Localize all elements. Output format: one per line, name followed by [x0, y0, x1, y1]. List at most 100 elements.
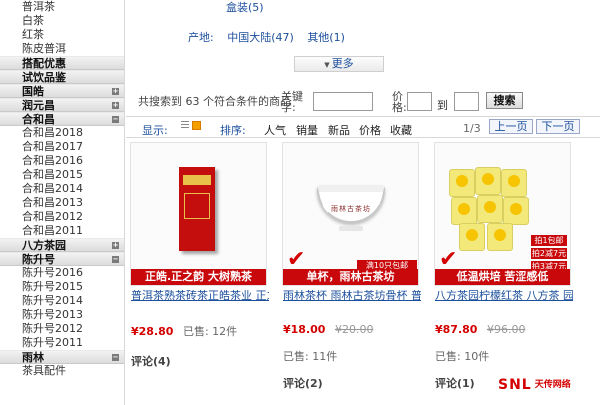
product-sold: 已售: 11件 [283, 350, 338, 363]
sidebar-item-chenshenghao-2015[interactable]: 陈升号2015 [0, 280, 124, 294]
sidebar-group-label: 八方茶园 [22, 239, 66, 252]
sidebar-link-black-tea[interactable]: 红茶 [0, 28, 124, 42]
main-content: 盒装(5) 产地: 中国大陆(47) 其他(1) ▼ 更多 共搜索到 63 个符合… [126, 0, 600, 405]
sidebar-group-bundle[interactable]: 搭配优惠 [0, 56, 124, 70]
product-comments[interactable]: 评论(4) [131, 353, 171, 369]
sidebar-item-chenshenghao-2014[interactable]: 陈升号2014 [0, 294, 124, 308]
sidebar-group-hehechang[interactable]: 合和昌 − [0, 112, 124, 126]
sort-label: 排序: [220, 124, 246, 137]
sidebar-item-hehechang-2012[interactable]: 合和昌2012 [0, 210, 124, 224]
list-view-icon[interactable] [181, 121, 189, 130]
sidebar-group-label: 润元昌 [22, 99, 55, 112]
product-card: 雨林古茶坊 满10只包邮 ✔ 单杯，雨林古茶坊 雨林茶杯 雨林古茶坊骨杯 普洱品… [278, 142, 421, 390]
sidebar-item-hehechang-2015[interactable]: 合和昌2015 [0, 168, 124, 182]
sort-sales[interactable]: 销量 [296, 122, 318, 138]
next-page-button[interactable]: 下一页 [536, 119, 580, 134]
expand-icon[interactable]: + [112, 242, 119, 249]
product-banner: 正皓.正之韵 大树熟茶 [131, 269, 266, 285]
sidebar-group-label: 雨林 [22, 351, 44, 364]
sidebar-group-tasting[interactable]: 试饮品鉴 [0, 70, 124, 84]
origin-filter-row: 产地: 中国大陆(47) 其他(1) [188, 29, 345, 45]
sort-popularity[interactable]: 人气 [264, 122, 286, 138]
product-image[interactable]: 雨林古茶坊 满10只包邮 ✔ 单杯，雨林古茶坊 [282, 142, 419, 286]
sidebar-group-yulin[interactable]: 雨林 − [0, 350, 124, 364]
more-label: 更多 [331, 57, 354, 70]
sidebar-group-label: 试饮品鉴 [22, 71, 66, 84]
search-button[interactable]: 搜索 [486, 92, 523, 109]
grid-view-icon[interactable] [192, 121, 201, 130]
price-max-input[interactable] [454, 92, 479, 111]
sidebar-item-hehechang-2011[interactable]: 合和昌2011 [0, 224, 124, 238]
product-image[interactable]: 正皓.正之韵 大树熟茶 [130, 142, 267, 286]
sidebar-item-hehechang-2016[interactable]: 合和昌2016 [0, 154, 124, 168]
product-sold: 已售: 10件 [435, 350, 490, 363]
sidebar-item-hehechang-2018[interactable]: 合和昌2018 [0, 126, 124, 140]
sidebar-item-chenshenghao-2011[interactable]: 陈升号2011 [0, 336, 124, 350]
product-banner: 单杯，雨林古茶坊 [283, 269, 418, 285]
filter-option-boxed[interactable]: 盒装(5) [226, 0, 264, 15]
price-min-input[interactable] [407, 92, 432, 111]
sidebar-group-bafang[interactable]: 八方茶园 + [0, 238, 124, 252]
product-old-price: ¥20.00 [334, 323, 374, 336]
collapse-icon[interactable]: − [112, 116, 119, 123]
product-old-price: ¥96.00 [486, 323, 526, 336]
site-watermark-logo: SNL 天传网络 [498, 377, 571, 393]
sidebar-item-hehechang-2013[interactable]: 合和昌2013 [0, 196, 124, 210]
more-filters-button[interactable]: ▼ 更多 [294, 56, 384, 72]
category-sidebar: 普洱茶 白茶 红茶 陈皮普洱 搭配优惠 试饮品鉴 国皓 + 润元昌 + 合和昌 − 合… [0, 0, 125, 405]
watermark-brand-text: 天传网络 [534, 380, 571, 390]
sidebar-item-chenshenghao-2013[interactable]: 陈升号2013 [0, 308, 124, 322]
sidebar-item-hehechang-2014[interactable]: 合和昌2014 [0, 182, 124, 196]
search-row: 共搜索到 63 个符合条件的商品 关键字: 价格: 到 搜索 [126, 88, 600, 114]
origin-label: 产地: [188, 31, 214, 44]
sort-price[interactable]: 价格 [359, 122, 381, 138]
keyword-label: 关键字: [281, 90, 303, 114]
product-price-row: ¥18.00 ¥20.00 [283, 323, 373, 336]
to-label: 到 [437, 99, 448, 112]
collapse-icon[interactable]: − [112, 256, 119, 263]
product-price-row: ¥28.80 已售: 12件 [131, 323, 237, 339]
sidebar-link-white-tea[interactable]: 白茶 [0, 14, 124, 28]
check-mark-icon: ✔ [439, 247, 458, 272]
sidebar-link-chenpi-puer[interactable]: 陈皮普洱 [0, 42, 124, 56]
product-title[interactable]: 雨林茶杯 雨林古茶坊骨杯 普洱品茶杯雨林杯子精品 [283, 290, 421, 302]
product-banner: 低温烘培 苦涩感低 [435, 269, 570, 285]
sidebar-group-runyuanchang[interactable]: 润元昌 + [0, 98, 124, 112]
chevron-down-icon: ▼ [324, 61, 330, 69]
origin-option-other[interactable]: 其他(1) [307, 31, 345, 44]
origin-option-mainland[interactable]: 中国大陆(47) [227, 31, 294, 44]
sidebar-group-chenshenghao[interactable]: 陈升号 − [0, 252, 124, 266]
product-comments[interactable]: 评论(2) [283, 375, 323, 391]
check-mark-icon: ✔ [287, 247, 306, 272]
product-title[interactable]: 普洱茶熟茶砖茶正皓茶业 正之韵普洱金砖茶砖古树 [131, 290, 269, 302]
product-title[interactable]: 八方茶园柠檬红茶 八方茶 园心香柠 柠檬红茶 香柠红 [435, 290, 573, 302]
product-comments[interactable]: 评论(1) [435, 375, 475, 391]
prev-page-button[interactable]: 上一页 [489, 119, 533, 134]
product-price: ¥87.80 [435, 323, 478, 336]
tea-packs-image [445, 163, 529, 251]
teacup-foot [339, 226, 363, 231]
sidebar-item-tea-accessories[interactable]: 茶具配件 [0, 364, 124, 378]
price-label: 价格: [392, 90, 407, 114]
sidebar-item-hehechang-2017[interactable]: 合和昌2017 [0, 140, 124, 154]
sidebar-item-chenshenghao-2012[interactable]: 陈升号2012 [0, 322, 124, 336]
view-label: 显示: [142, 124, 168, 137]
sidebar-group-guohao[interactable]: 国皓 + [0, 84, 124, 98]
keyword-input[interactable] [313, 92, 373, 111]
watermark-logo-text: SNL [498, 377, 532, 393]
product-price: ¥28.80 [131, 325, 174, 338]
collapse-icon[interactable]: − [112, 354, 119, 361]
product-price: ¥18.00 [283, 323, 326, 336]
sidebar-group-label: 国皓 [22, 85, 44, 98]
sort-favorites[interactable]: 收藏 [390, 122, 412, 138]
product-price-row: ¥87.80 ¥96.00 [435, 323, 525, 336]
expand-icon[interactable]: + [112, 88, 119, 95]
sidebar-link-puer[interactable]: 普洱茶 [0, 0, 124, 14]
result-count-text: 共搜索到 63 个符合条件的商品 [138, 95, 291, 108]
product-image[interactable]: 拍1包邮 拍2减7元 拍3减7元 ✔ 低温烘培 苦涩感低 [434, 142, 571, 286]
sort-new[interactable]: 新品 [328, 122, 350, 138]
promo-badge: 拍1包邮 [531, 235, 567, 246]
sidebar-item-chenshenghao-2016[interactable]: 陈升号2016 [0, 266, 124, 280]
product-card: 正皓.正之韵 大树熟茶 普洱茶熟茶砖茶正皓茶业 正之韵普洱金砖茶砖古树 ¥28.… [126, 142, 269, 368]
expand-icon[interactable]: + [112, 102, 119, 109]
